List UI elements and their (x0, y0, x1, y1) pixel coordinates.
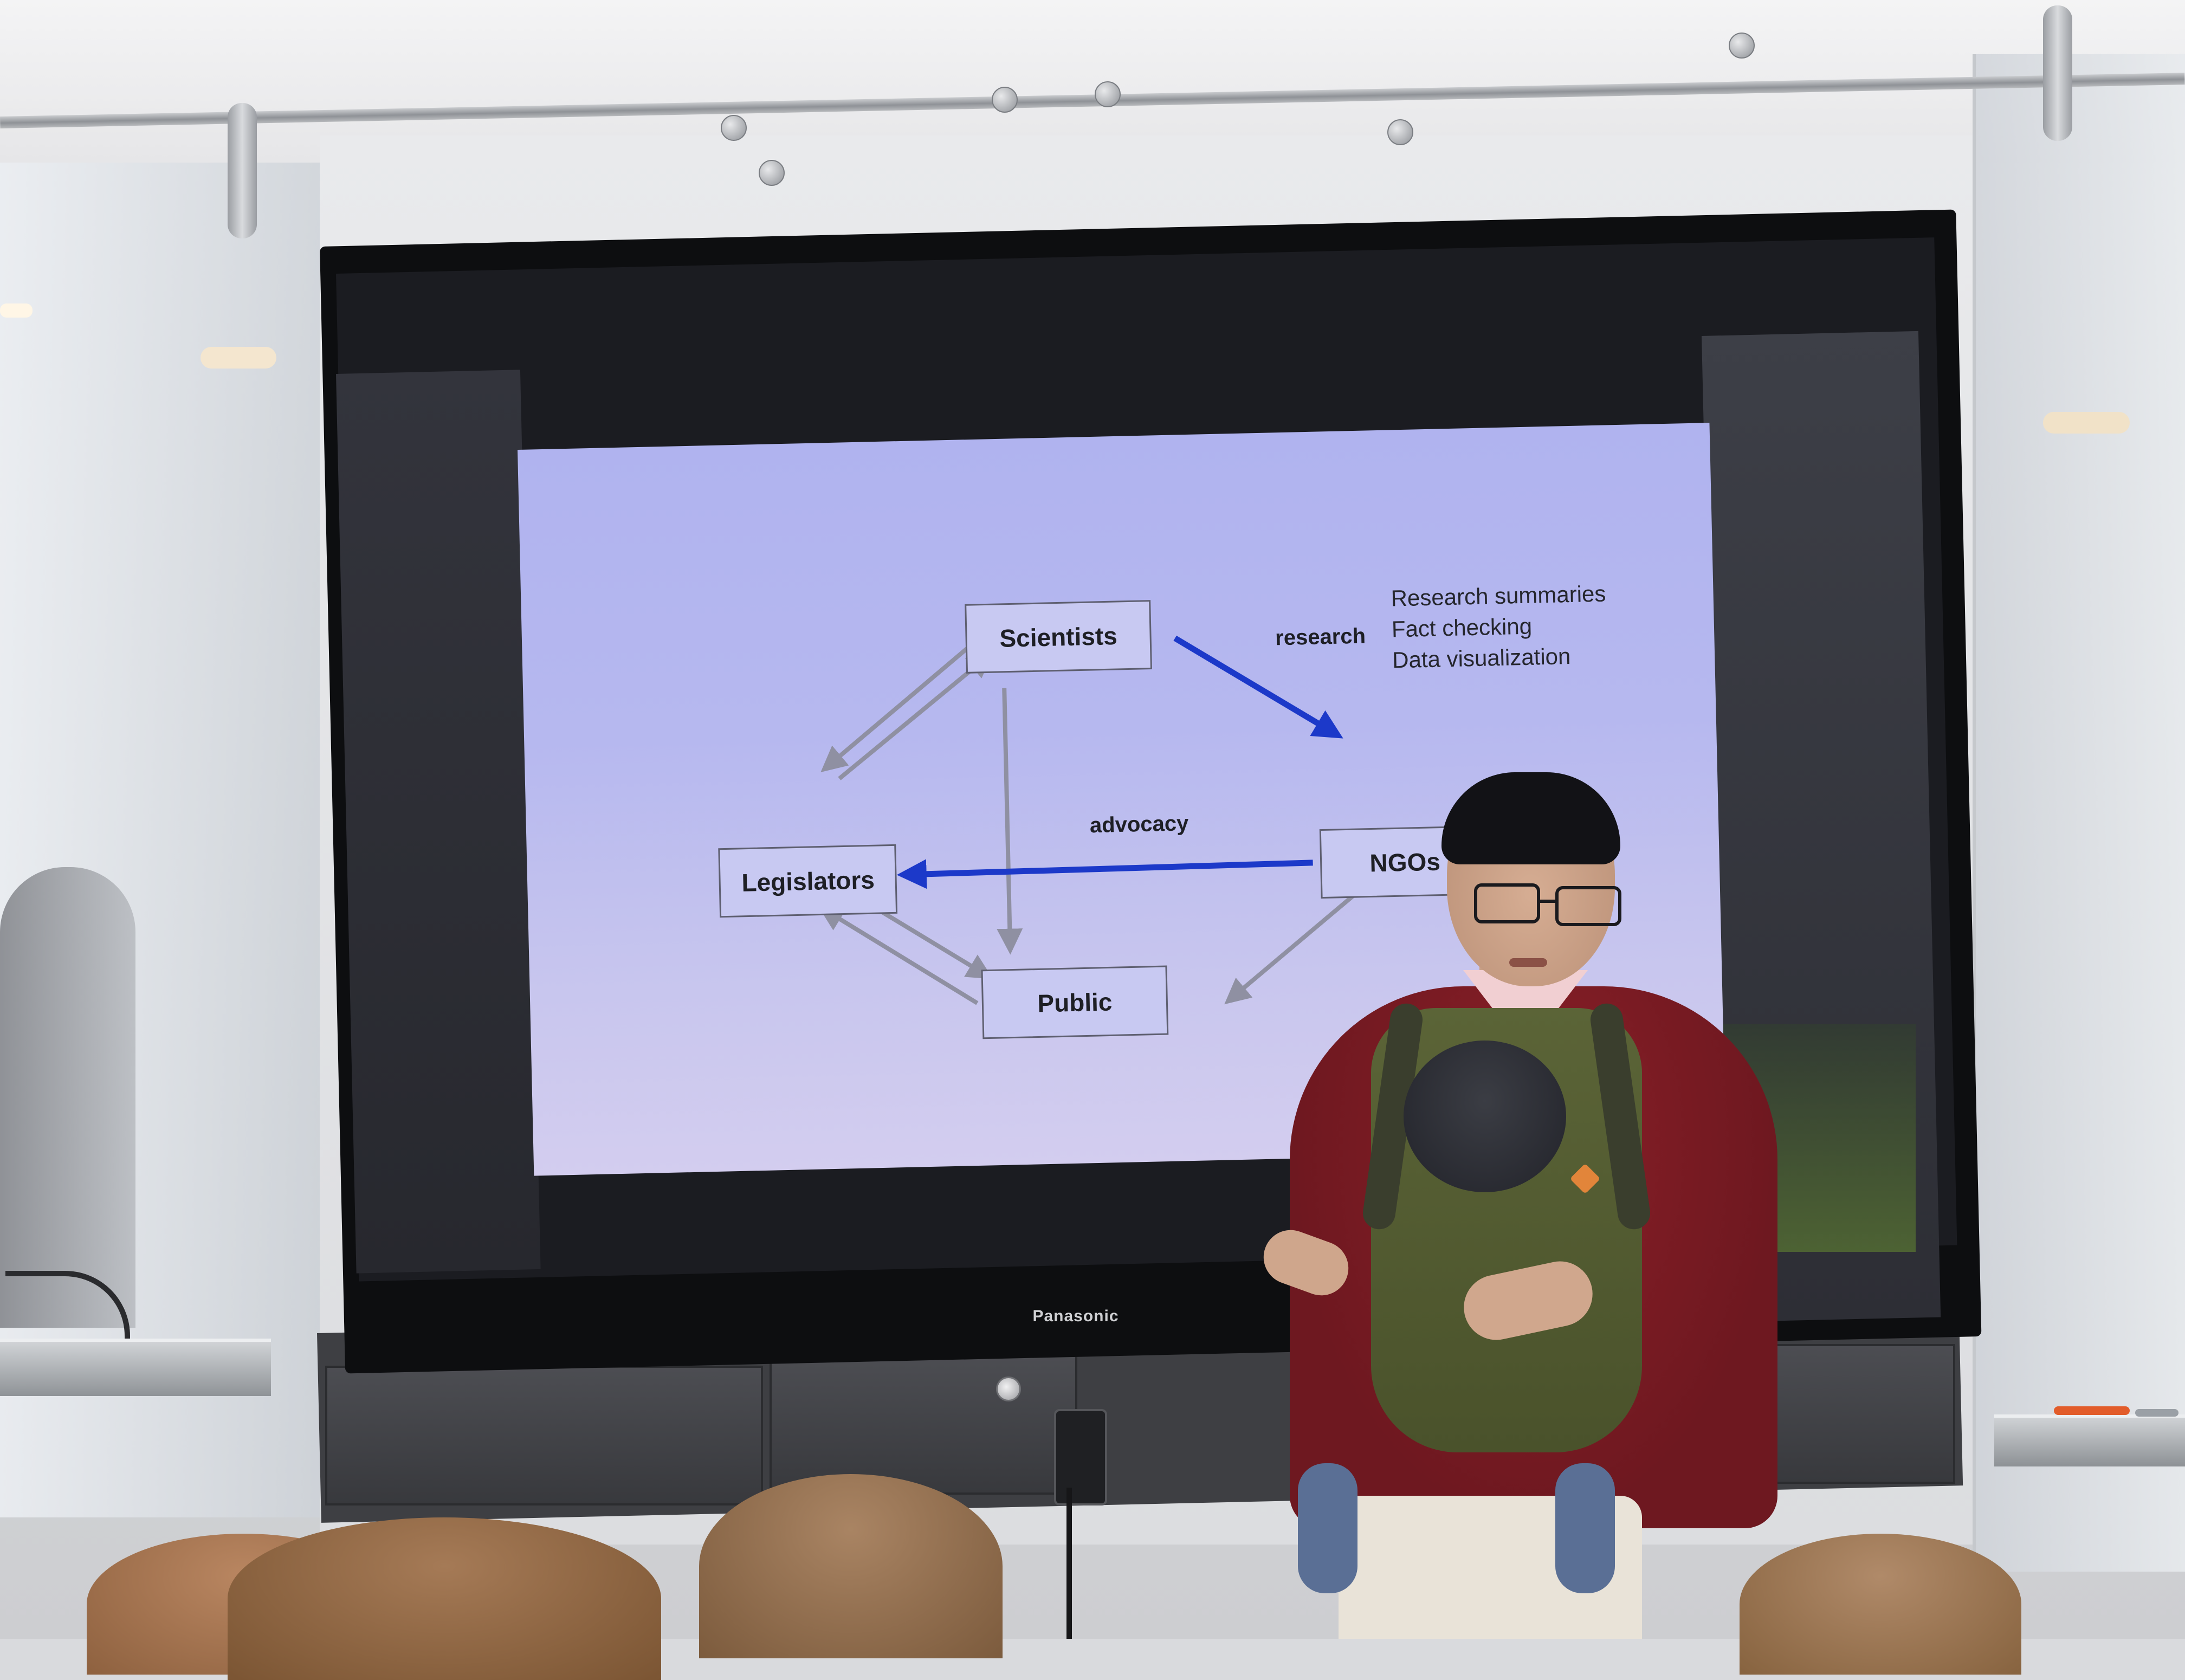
rail-bolt (721, 115, 747, 141)
marker (2054, 1406, 2130, 1415)
glasses-lens-left (1474, 883, 1540, 923)
arrow-scientists-to-ngos (1173, 635, 1343, 739)
rail-bolt (1729, 33, 1755, 59)
node-label-ngos: NGOs (1369, 848, 1441, 877)
rail-bolt (1095, 81, 1121, 107)
glasses-lens-right (1555, 886, 1621, 926)
tv-brand-label: Panasonic (1032, 1307, 1119, 1325)
marker (2135, 1409, 2178, 1417)
power-button[interactable] (996, 1377, 1021, 1401)
arrow-ngos-to-legislators (896, 859, 1313, 889)
audience-head (228, 1517, 661, 1680)
arrow-scientists-to-public (997, 688, 1023, 955)
node-public: Public (981, 965, 1169, 1039)
glass-panel-right (1973, 54, 2185, 1572)
glasses-bridge (1539, 900, 1556, 903)
node-label-public: Public (1037, 987, 1113, 1017)
screen-letterbox-left (336, 370, 541, 1274)
audience-head (699, 1474, 1003, 1658)
cabinet-panel (325, 1366, 763, 1505)
edge-label-research: research (1275, 624, 1366, 650)
wall-port (1054, 1409, 1107, 1505)
arrow-ngos-to-public (1224, 884, 1367, 1005)
cable (1066, 1488, 1072, 1639)
node-label-scientists: Scientists (999, 622, 1117, 652)
cabinet-panel (770, 1355, 1077, 1495)
ceiling-light-reflection (2043, 412, 2130, 434)
node-legislators: Legislators (718, 844, 898, 918)
door-hanger (2043, 5, 2072, 141)
arrow-legislators-to-scientists (838, 651, 994, 780)
audience-head (1740, 1534, 2021, 1675)
node-label-legislators: Legislators (741, 865, 875, 897)
blurred-person-silhouette (0, 867, 135, 1328)
baby-leg-right (1555, 1463, 1615, 1593)
note-data-visualization: Data visualization (1392, 643, 1571, 673)
note-fact-checking: Fact checking (1391, 613, 1532, 642)
note-research-summaries: Research summaries (1391, 581, 1606, 611)
wall-shelf-right (1994, 1414, 2185, 1466)
wall-shelf-left (0, 1339, 271, 1396)
rail-bolt (1387, 119, 1413, 145)
rail-bolt (759, 160, 785, 186)
rail-bolt (992, 87, 1018, 113)
ceiling-light-reflection (0, 303, 33, 318)
door-hanger (228, 103, 257, 238)
ceiling-light-reflection (201, 347, 276, 369)
baby-head (1404, 1041, 1566, 1192)
presenter-mouth (1509, 958, 1547, 967)
baby-leg-left (1298, 1463, 1357, 1593)
node-scientists: Scientists (965, 600, 1152, 674)
arrow-scientists-to-legislators (820, 638, 979, 773)
edge-label-advocacy: advocacy (1090, 811, 1190, 837)
